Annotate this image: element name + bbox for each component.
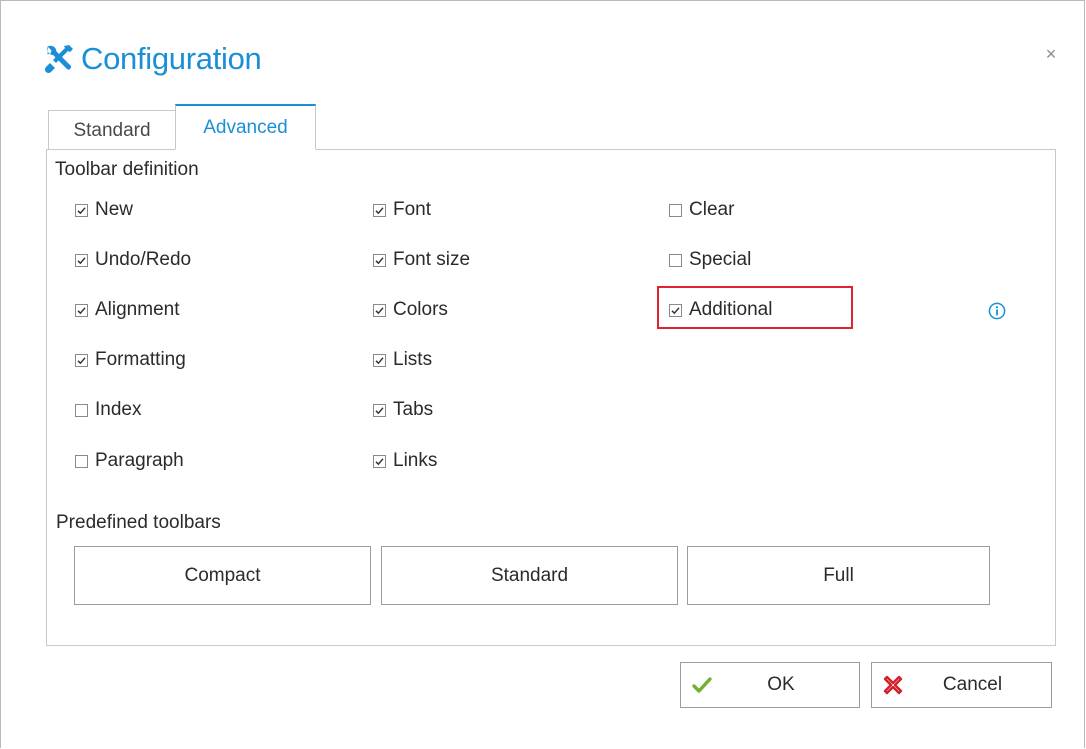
checkbox-links[interactable]: Links bbox=[373, 448, 437, 474]
additional-highlight-box bbox=[657, 286, 853, 329]
checkbox-undo-redo[interactable]: Undo/Redo bbox=[75, 247, 191, 273]
compact-button[interactable]: Compact bbox=[74, 546, 371, 605]
checkbox-label: Lists bbox=[393, 349, 433, 370]
close-icon[interactable]: × bbox=[1042, 45, 1060, 63]
checkbox-formatting[interactable]: Formatting bbox=[75, 347, 186, 373]
checkbox-unchecked-icon[interactable] bbox=[75, 403, 88, 417]
checkbox-checked-icon[interactable] bbox=[75, 353, 88, 367]
tools-icon bbox=[41, 41, 77, 77]
tab-advanced[interactable]: Advanced bbox=[175, 104, 316, 150]
checkbox-checked-icon[interactable] bbox=[373, 353, 386, 367]
checkbox-unchecked-icon[interactable] bbox=[669, 253, 682, 267]
checkbox-index[interactable]: Index bbox=[75, 397, 141, 423]
tab-standard[interactable]: Standard bbox=[48, 110, 176, 150]
dialog-title-bar: Configuration bbox=[41, 37, 262, 81]
checkbox-checked-icon[interactable] bbox=[75, 203, 88, 217]
checkbox-unchecked-icon[interactable] bbox=[75, 454, 88, 468]
checkbox-unchecked-icon[interactable] bbox=[669, 203, 682, 217]
advanced-tab-panel: Toolbar definition New Undo/Redo Alignment… bbox=[46, 149, 1056, 646]
info-icon[interactable] bbox=[988, 302, 1006, 320]
checkbox-label: Special bbox=[689, 249, 752, 270]
checkbox-checked-icon[interactable] bbox=[75, 253, 88, 267]
checkbox-clear[interactable]: Clear bbox=[669, 197, 734, 223]
checkbox-label: Index bbox=[95, 399, 142, 420]
checkbox-checked-icon[interactable] bbox=[373, 203, 386, 217]
checkbox-checked-icon[interactable] bbox=[75, 303, 88, 317]
checkbox-paragraph[interactable]: Paragraph bbox=[75, 448, 184, 474]
predefined-toolbars-label: Predefined toolbars bbox=[56, 512, 221, 533]
standard-preset-button[interactable]: Standard bbox=[381, 546, 678, 605]
checkbox-new[interactable]: New bbox=[75, 197, 133, 223]
configuration-dialog: Configuration × Standard Advanced Toolba… bbox=[0, 0, 1085, 748]
ok-button-label: OK bbox=[767, 674, 795, 695]
checkbox-tabs[interactable]: Tabs bbox=[373, 397, 433, 423]
cancel-button-label: Cancel bbox=[942, 674, 1003, 695]
checkbox-colors[interactable]: Colors bbox=[373, 297, 448, 323]
checkbox-lists[interactable]: Lists bbox=[373, 347, 432, 373]
full-button[interactable]: Full bbox=[687, 546, 990, 605]
cancel-button[interactable]: Cancel bbox=[871, 662, 1052, 708]
checkbox-checked-icon[interactable] bbox=[373, 253, 386, 267]
checkbox-label: Font size bbox=[393, 249, 471, 270]
checkbox-font[interactable]: Font bbox=[373, 197, 431, 223]
ok-button[interactable]: OK bbox=[680, 662, 860, 708]
checkbox-checked-icon[interactable] bbox=[373, 403, 386, 417]
checkbox-label: Formatting bbox=[95, 349, 186, 370]
checkbox-checked-icon[interactable] bbox=[373, 303, 386, 317]
checkbox-label: Colors bbox=[393, 299, 448, 320]
checkbox-font-size[interactable]: Font size bbox=[373, 247, 470, 273]
checkbox-label: Links bbox=[393, 450, 438, 471]
checkbox-label: Alignment bbox=[95, 299, 180, 320]
checkbox-label: Paragraph bbox=[95, 450, 184, 471]
checkbox-label: Font bbox=[393, 199, 432, 220]
checkbox-label: Clear bbox=[689, 199, 735, 220]
checkbox-special[interactable]: Special bbox=[669, 247, 751, 273]
toolbar-definition-label: Toolbar definition bbox=[55, 159, 199, 180]
checkbox-checked-icon[interactable] bbox=[373, 454, 386, 468]
dialog-title: Configuration bbox=[81, 41, 262, 76]
checkbox-label: Tabs bbox=[393, 399, 434, 420]
checkbox-label: Undo/Redo bbox=[95, 249, 192, 270]
checkbox-label: New bbox=[95, 199, 134, 220]
checkbox-alignment[interactable]: Alignment bbox=[75, 297, 180, 323]
